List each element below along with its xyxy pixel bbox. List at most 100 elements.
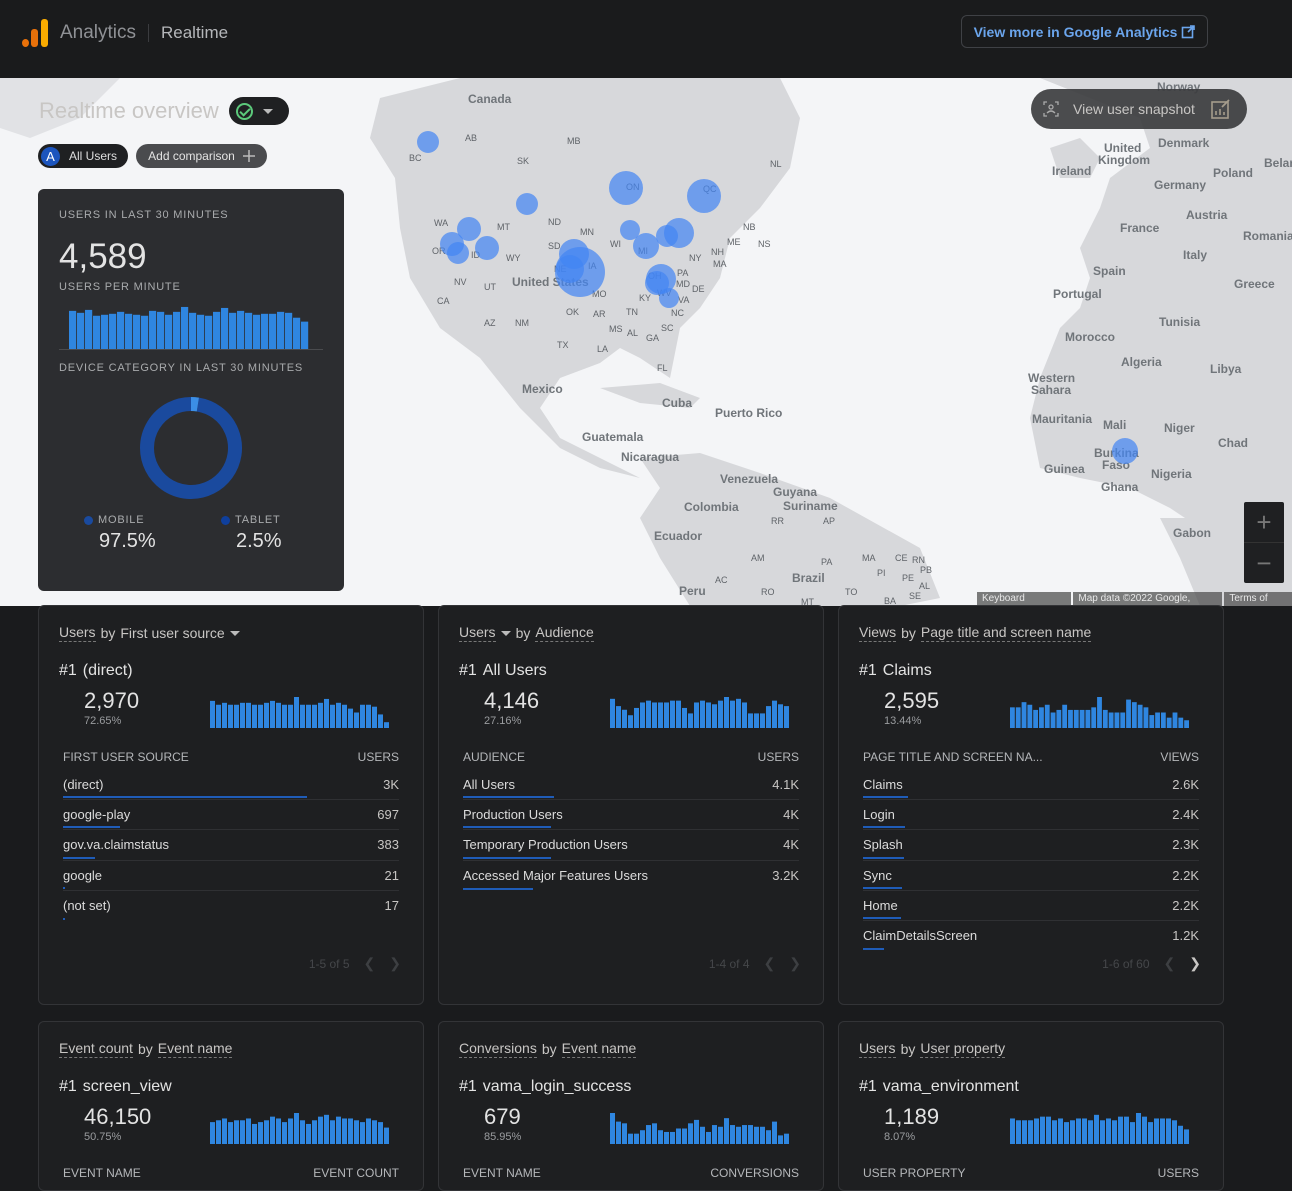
upm-bar[interactable] [293,317,301,350]
top-item-sparkline[interactable] [210,1110,390,1144]
donut-slice-mobile[interactable] [140,397,242,499]
dimension-selector[interactable]: Event name [157,1040,233,1058]
zoom-in-button[interactable]: + [1244,502,1284,542]
map-place-label: AM [751,553,765,563]
user-location-bubble[interactable] [475,236,499,260]
table-row[interactable]: Splash 2.3K [863,830,1199,861]
upm-bar[interactable] [181,306,189,350]
table-row[interactable]: (not set) 17 [63,891,399,921]
upm-bar[interactable] [165,314,173,350]
users-per-minute-chart[interactable] [59,305,323,350]
table-row[interactable]: Home 2.2K [863,891,1199,921]
upm-bar[interactable] [133,314,141,350]
upm-bar[interactable] [117,311,125,350]
upm-bar[interactable] [221,307,229,350]
dimension-dropdown-icon[interactable] [229,630,240,636]
table-row[interactable]: gov.va.claimstatus 383 [63,830,399,861]
upm-bar[interactable] [261,313,269,350]
upm-bar[interactable] [253,314,261,350]
previous-page-button[interactable]: ❮ [1164,955,1176,972]
dimension-selector[interactable]: Event name [561,1040,637,1058]
dimension-selector[interactable]: User property [920,1040,1006,1058]
upm-bar[interactable] [301,321,309,350]
metric-selector[interactable]: Users [859,1040,896,1058]
device-category-donut[interactable] [139,396,243,500]
table-row[interactable]: Production Users 4K [463,800,799,831]
top-item-sparkline[interactable] [610,1110,790,1144]
upm-bar[interactable] [277,311,285,350]
sparkline-bar [1178,1125,1183,1144]
table-row[interactable]: Login 2.4K [863,800,1199,831]
upm-bar[interactable] [157,311,165,350]
upm-bar[interactable] [77,312,85,350]
donut-slice-tablet[interactable] [190,397,199,412]
next-page-button[interactable]: ❯ [1189,955,1201,972]
top-item-sparkline[interactable] [610,694,790,728]
upm-bar[interactable] [205,315,213,350]
keyboard-shortcuts-link[interactable]: Keyboard shortcuts [977,592,1072,606]
user-location-bubble[interactable] [417,131,439,153]
customize-report-icon[interactable] [1211,99,1231,119]
metric-selector[interactable]: Conversions [459,1040,537,1058]
upm-bar[interactable] [173,311,181,350]
map-place-label: GA [646,333,660,343]
metric-selector[interactable]: Views [859,624,897,642]
upm-bar[interactable] [269,313,277,350]
dimension-selector[interactable]: Audience [535,624,594,642]
upm-bar[interactable] [109,313,117,350]
upm-bar[interactable] [189,312,197,350]
zoom-out-button[interactable]: − [1244,543,1284,583]
realtime-map[interactable]: Canada Mexico United States Cuba Puerto Rico… [0,78,1292,606]
table-row[interactable]: google 21 [63,861,399,891]
upm-bar[interactable] [213,311,221,350]
upm-bar[interactable] [237,310,245,350]
user-location-bubble[interactable] [659,288,679,308]
terms-of-use-link[interactable]: Terms of Use [1224,592,1292,606]
table-row[interactable]: google-play 697 [63,800,399,831]
user-location-bubble[interactable] [516,193,538,215]
upm-bar[interactable] [141,315,149,350]
table-row[interactable]: Temporary Production Users 4K [463,830,799,861]
dimension-selector[interactable]: Page title and screen name [920,624,1092,642]
top-item-sparkline[interactable] [1010,694,1190,728]
upm-bar[interactable] [245,312,253,350]
table-row[interactable]: ClaimDetailsScreen 1.2K [863,921,1199,951]
previous-page-button[interactable]: ❮ [764,955,776,972]
user-location-bubble[interactable] [664,218,694,248]
metric-selector[interactable]: Event count [59,1040,133,1058]
top-item-sparkline[interactable] [1010,1110,1190,1144]
table-row[interactable]: Accessed Major Features Users 3.2K [463,861,799,891]
upm-bar[interactable] [101,314,109,350]
upm-bar[interactable] [197,314,205,350]
upm-bar[interactable] [285,312,293,350]
previous-page-button[interactable]: ❮ [364,955,376,972]
user-location-bubble[interactable] [687,179,721,213]
upm-bar[interactable] [229,312,237,350]
table-row[interactable]: Claims 2.6K [863,770,1199,801]
user-location-bubble[interactable] [609,171,643,205]
table-row[interactable]: Sync 2.2K [863,861,1199,891]
add-comparison-button[interactable]: Add comparison [136,144,267,168]
upm-bar[interactable] [85,309,93,350]
table-row[interactable]: (direct) 3K [63,770,399,801]
comparison-chip-all-users[interactable]: A All Users [38,144,128,168]
table-row[interactable]: All Users 4.1K [463,770,799,801]
user-location-bubble[interactable] [447,242,469,264]
user-location-bubble[interactable] [555,247,605,297]
upm-bar[interactable] [93,315,101,350]
view-more-in-google-analytics-button[interactable]: View more in Google Analytics [961,15,1208,48]
next-page-button[interactable]: ❯ [789,955,801,972]
metric-selector[interactable]: Users [59,624,96,642]
metric-selector[interactable]: Users [459,624,496,642]
upm-bar[interactable] [125,313,133,350]
view-user-snapshot-button[interactable]: View user snapshot [1031,89,1247,129]
metric-dropdown-icon[interactable] [500,630,511,636]
top-item-sparkline[interactable] [210,694,390,728]
upm-bar[interactable] [149,310,157,350]
data-status-dropdown[interactable] [229,97,289,125]
upm-bar[interactable] [69,310,77,350]
user-location-bubble[interactable] [1112,438,1138,464]
next-page-button[interactable]: ❯ [389,955,401,972]
sparkline-bar [300,1120,305,1144]
dimension-selector[interactable]: First user source [120,625,224,641]
